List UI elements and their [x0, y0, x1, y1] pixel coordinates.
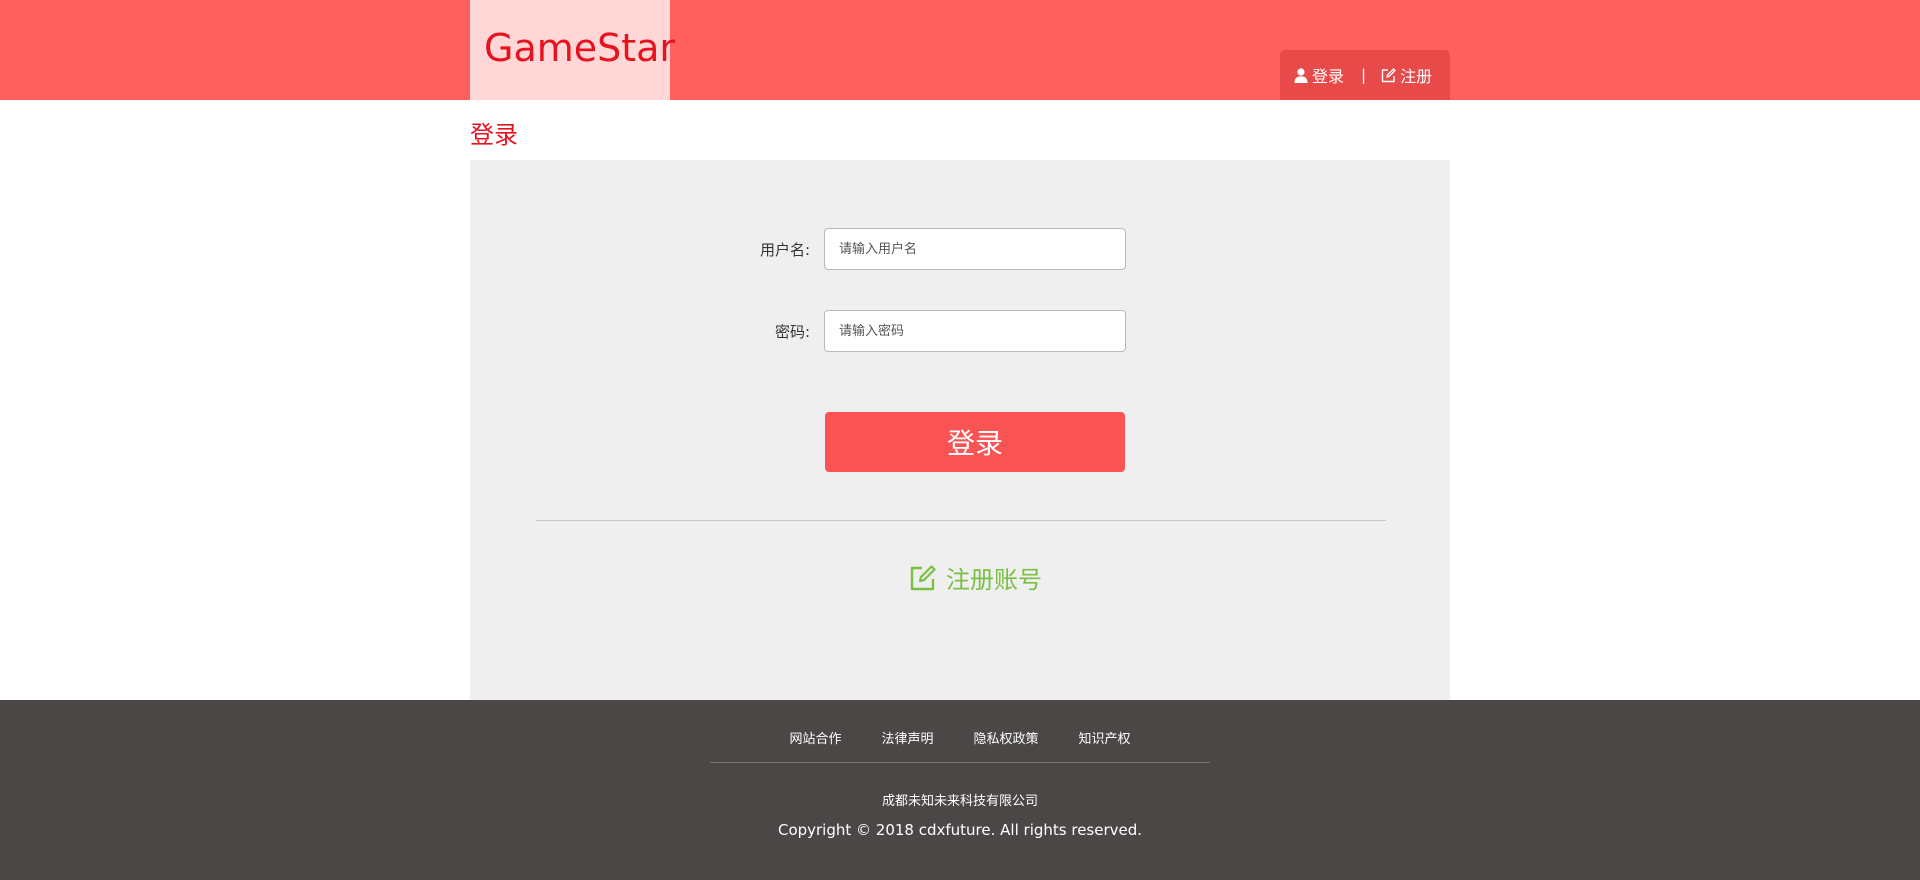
logo-text: GameStar	[484, 26, 676, 70]
username-label: 用户名:	[759, 240, 810, 259]
footer-links: 网站合作 法律声明 隐私权政策 知识产权	[0, 728, 1920, 747]
copyright: Copyright © 2018 cdxfuture. All rights r…	[777, 821, 1143, 839]
footer-link-cooperation[interactable]: 网站合作	[789, 728, 841, 747]
edit-icon	[1381, 67, 1396, 82]
footer-link-ip[interactable]: 知识产权	[1079, 728, 1131, 747]
password-row: 密码:	[470, 310, 1450, 352]
footer-link-legal[interactable]: 法律声明	[881, 728, 933, 747]
username-row: 用户名:	[470, 228, 1450, 270]
company-name: 成都未知未来科技有限公司	[881, 794, 1038, 809]
divider	[536, 520, 1386, 521]
header-register-label: 注册	[1400, 67, 1433, 86]
header-login-label: 登录	[1312, 67, 1345, 86]
footer-link-privacy[interactable]: 隐私权政策	[974, 728, 1039, 747]
header-login-link[interactable]: 登录	[1294, 63, 1344, 87]
login-panel: 用户名: 密码: 登录 注册账号	[470, 160, 1450, 700]
register-account-link[interactable]: 注册账号	[910, 560, 1042, 595]
page-title: 登录	[470, 121, 518, 149]
auth-nav: 登录 | 注册	[1280, 50, 1450, 100]
logo[interactable]: GameStar	[470, 0, 675, 100]
user-icon	[1294, 67, 1308, 83]
auth-separator: |	[1361, 66, 1367, 84]
login-button[interactable]: 登录	[825, 412, 1125, 472]
edit-icon	[910, 564, 936, 590]
site-header: GameStar 登录 | 注册	[0, 0, 1920, 100]
username-input[interactable]	[824, 228, 1126, 270]
site-footer: 网站合作 法律声明 隐私权政策 知识产权 成都未知未来科技有限公司 Copyri…	[0, 700, 1920, 880]
register-account-label: 注册账号	[946, 566, 1042, 594]
footer-divider	[710, 762, 1210, 763]
header-register-link[interactable]: 注册	[1381, 63, 1432, 87]
password-label: 密码:	[774, 322, 810, 341]
password-input[interactable]	[824, 310, 1126, 352]
